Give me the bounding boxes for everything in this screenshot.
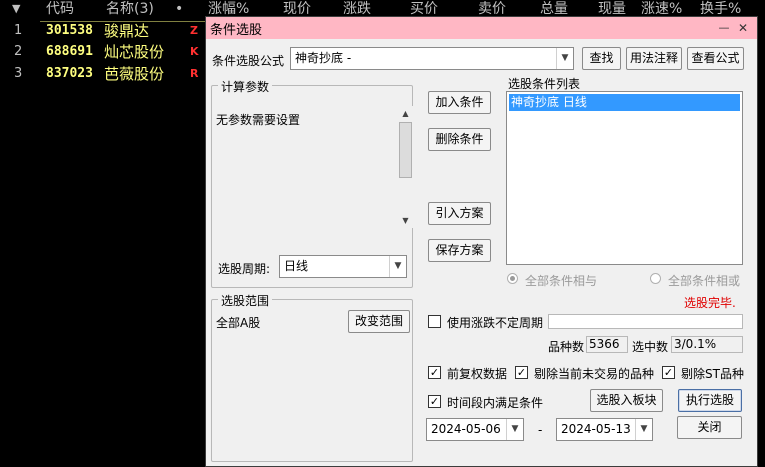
stock-name: 芭薇股份: [104, 65, 165, 83]
selected-label: 选中数: [632, 340, 669, 354]
count-label: 品种数: [548, 340, 585, 354]
time-range-checkbox[interactable]: ✓: [428, 395, 441, 408]
stock-code: 688691: [46, 44, 93, 59]
formula-select-value: 神奇抄底 -: [295, 51, 352, 65]
range-group: 选股范围 全部A股 改变范围: [211, 292, 413, 462]
range-group-title: 选股范围: [218, 292, 273, 309]
chevron-down-icon[interactable]: ▼: [389, 256, 406, 277]
stock-code: 837023: [46, 66, 93, 81]
table-row[interactable]: 3 837023 芭薇股份 R: [0, 64, 205, 84]
remove-untraded-checkbox[interactable]: ✓: [515, 366, 528, 379]
condition-list[interactable]: 神奇抄底 日线: [506, 91, 743, 265]
chevron-down-icon[interactable]: ▼: [556, 48, 573, 69]
condition-stock-dialog: 条件选股 — ✕ 条件选股公式 神奇抄底 - ▼ 查找 用法注释 查看公式 计算…: [205, 16, 758, 467]
stock-tag: K: [190, 45, 199, 58]
radio-all-and[interactable]: [507, 273, 518, 284]
date-from-value: 2024-05-06: [431, 422, 501, 436]
date-from-picker[interactable]: 2024-05-06 ▼: [426, 418, 524, 441]
chevron-down-icon[interactable]: ▼: [506, 419, 523, 440]
row-index: 2: [14, 44, 23, 59]
chevron-down-icon[interactable]: ▼: [635, 419, 652, 440]
remove-st-checkbox[interactable]: ✓: [662, 366, 675, 379]
scroll-down-icon[interactable]: ▼: [398, 213, 413, 228]
table-row[interactable]: 1 301538 骏鼎达 Z: [0, 21, 205, 41]
params-group-title: 计算参数: [218, 78, 273, 95]
period-label: 选股周期:: [218, 262, 271, 276]
variable-period-label: 使用涨跌不定周期: [447, 316, 544, 330]
delete-condition-button[interactable]: 删除条件: [428, 128, 491, 151]
remove-untraded-label: 剔除当前未交易的品种: [534, 367, 655, 381]
table-row[interactable]: 2 688691 灿芯股份 K: [0, 42, 205, 62]
radio-all-or-label: 全部条件相或: [668, 274, 741, 288]
stock-tag: R: [190, 67, 199, 80]
period-select[interactable]: 日线 ▼: [279, 255, 407, 278]
scroll-up-icon[interactable]: ▲: [398, 106, 413, 121]
remove-st-label: 剔除ST品种: [681, 367, 744, 381]
variable-period-checkbox[interactable]: [428, 315, 441, 328]
add-condition-button[interactable]: 加入条件: [428, 91, 491, 114]
stock-name: 骏鼎达: [104, 22, 150, 40]
view-formula-button[interactable]: 查看公式: [687, 47, 744, 70]
dialog-title: 条件选股: [210, 23, 263, 38]
formula-select[interactable]: 神奇抄底 - ▼: [290, 47, 574, 70]
stock-code: 301538: [46, 23, 93, 38]
scroll-thumb[interactable]: [399, 122, 412, 178]
adjust-checkbox[interactable]: ✓: [428, 366, 441, 379]
selected-value: 3/0.1%: [671, 336, 743, 353]
find-button[interactable]: 查找: [582, 47, 621, 70]
date-to-picker[interactable]: 2024-05-13 ▼: [556, 418, 653, 441]
close-icon[interactable]: ✕: [734, 17, 752, 39]
date-to-value: 2024-05-13: [561, 422, 631, 436]
params-scrollbar[interactable]: ▲ ▼: [398, 106, 413, 228]
condition-list-title: 选股条件列表: [508, 77, 581, 91]
col-name[interactable]: 名称(3): [106, 0, 154, 18]
row-index: 1: [14, 23, 23, 38]
range-value: 全部A股: [216, 316, 261, 330]
usage-notes-button[interactable]: 用法注释: [626, 47, 682, 70]
adjust-label: 前复权数据: [447, 367, 508, 381]
to-board-button[interactable]: 选股入板块: [590, 389, 663, 412]
col-code[interactable]: 代码: [46, 0, 74, 18]
radio-all-or[interactable]: [650, 273, 661, 284]
count-value: 5366: [586, 336, 628, 353]
time-range-label: 时间段内满足条件: [447, 396, 544, 410]
date-separator: -: [538, 423, 543, 437]
save-plan-button[interactable]: 保存方案: [428, 239, 491, 262]
stock-tag: Z: [190, 24, 198, 37]
formula-label: 条件选股公式: [212, 54, 285, 68]
radio-all-and-label: 全部条件相与: [525, 274, 598, 288]
import-plan-button[interactable]: 引入方案: [428, 202, 491, 225]
dialog-titlebar[interactable]: 条件选股 — ✕: [206, 17, 757, 39]
close-button[interactable]: 关闭: [677, 416, 742, 439]
stock-name: 灿芯股份: [104, 43, 165, 61]
status-text: 选股完毕.: [684, 296, 736, 310]
params-text: 无参数需要设置: [216, 113, 301, 127]
execute-button[interactable]: 执行选股: [678, 389, 742, 412]
change-range-button[interactable]: 改变范围: [348, 310, 410, 333]
params-group: 计算参数 无参数需要设置 ▲ ▼ 选股周期: 日线 ▼: [211, 78, 413, 288]
variable-period-input[interactable]: [548, 314, 743, 329]
period-select-value: 日线: [284, 259, 309, 273]
row-index: 3: [14, 66, 23, 81]
list-item[interactable]: 神奇抄底 日线: [509, 94, 740, 111]
minimize-icon[interactable]: —: [715, 17, 733, 39]
sort-arrow-icon[interactable]: ▼: [12, 0, 20, 18]
col-dot: •: [175, 1, 184, 17]
